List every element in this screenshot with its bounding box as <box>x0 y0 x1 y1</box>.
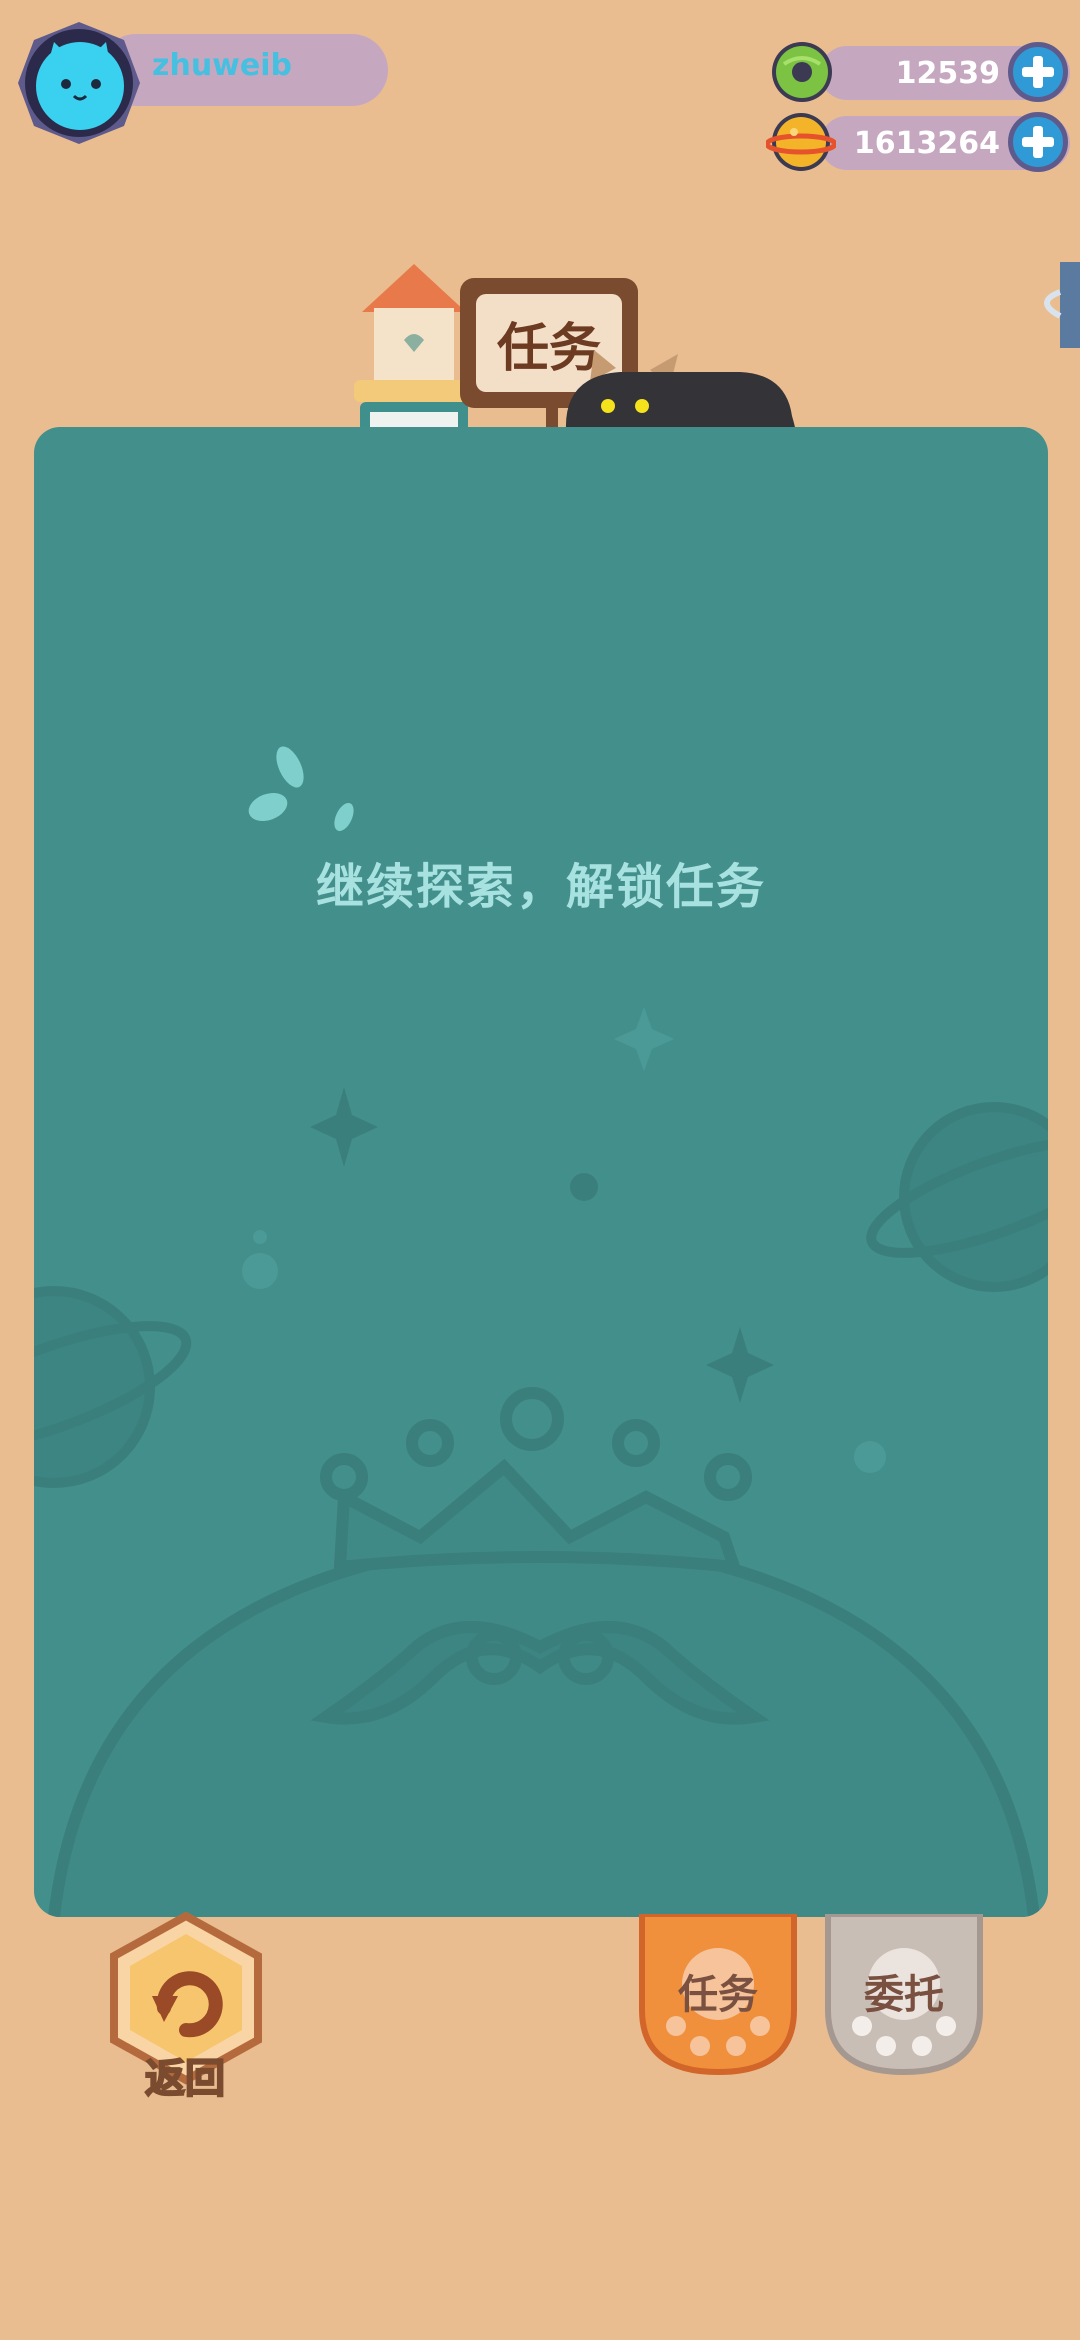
back-label: 返回 <box>144 2055 226 2103</box>
tab-tasks[interactable]: 任务 <box>638 1911 798 2076</box>
add-coin-button[interactable] <box>1008 112 1068 172</box>
add-donut-button[interactable] <box>1008 42 1068 102</box>
tab-commission-label: 委托 <box>864 1972 944 2018</box>
tab-tasks-label: 任务 <box>678 1972 758 2018</box>
panel-background-art <box>34 746 1048 1917</box>
green-donut-icon <box>770 40 834 104</box>
donut-count: 12539 <box>895 56 1000 91</box>
unlock-message: 继续探索，解锁任务 <box>315 859 766 915</box>
plus-icon <box>1022 126 1054 158</box>
house-decoration <box>354 262 474 432</box>
side-menu-tab[interactable] <box>1030 262 1080 348</box>
avatar[interactable] <box>14 18 144 148</box>
plus-icon <box>1022 56 1054 88</box>
gold-planet-coin-icon <box>764 110 838 174</box>
cat-face-icon <box>18 22 140 144</box>
coin-count: 1613264 <box>853 126 1000 161</box>
task-panel: 继续探索，解锁任务 <box>34 427 1048 1917</box>
tab-commission[interactable]: 委托 <box>824 1911 984 2076</box>
username-label: zhuweib <box>152 48 292 83</box>
